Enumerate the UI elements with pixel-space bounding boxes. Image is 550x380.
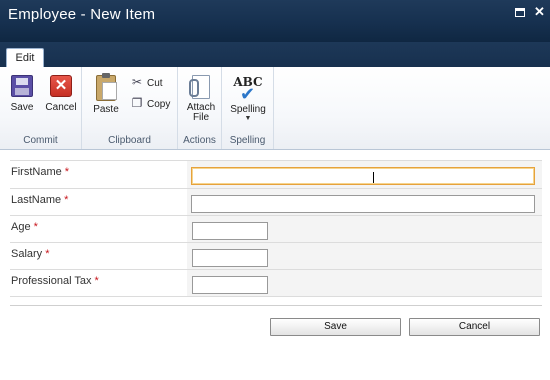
- cut-label: Cut: [147, 78, 163, 89]
- form-row-salary: Salary *: [10, 243, 542, 270]
- field-label-cell: LastName *: [10, 189, 187, 215]
- field-label-cell: Salary *: [10, 243, 187, 269]
- save-button[interactable]: Save: [270, 318, 401, 336]
- ribbon-cancel-button[interactable]: ✕ Cancel: [44, 75, 78, 113]
- lastname-label: LastName: [11, 194, 62, 206]
- cancel-label: Cancel: [45, 102, 77, 113]
- title-bar: Employee - New Item ✕: [0, 0, 550, 42]
- ribbon-group-commit: Save ✕ Cancel Commit: [0, 67, 82, 149]
- paste-icon: [96, 73, 117, 101]
- firstname-input[interactable]: [191, 167, 535, 185]
- copy-icon: ❐: [131, 96, 143, 110]
- cancel-icon: ✕: [50, 75, 72, 97]
- save-icon: [11, 75, 33, 97]
- form-row-age: Age *: [10, 216, 542, 243]
- maximize-icon[interactable]: [515, 8, 525, 17]
- cancel-button[interactable]: Cancel: [409, 318, 540, 336]
- age-input[interactable]: [192, 222, 268, 240]
- field-input-cell: [187, 216, 542, 242]
- new-item-form: FirstName * LastName * Age * Salary * Pro: [10, 160, 542, 297]
- checkmark-icon: ✔: [240, 84, 256, 105]
- field-input-cell: [187, 161, 542, 188]
- required-marker: *: [64, 166, 70, 178]
- field-input-cell: [187, 270, 542, 296]
- professional-tax-label: Professional Tax: [11, 275, 92, 287]
- form-divider: [10, 305, 542, 306]
- cut-icon: ✂: [131, 75, 143, 89]
- close-icon[interactable]: ✕: [534, 5, 546, 18]
- ribbon: Save ✕ Cancel Commit Clipboard Paste ✂ Cu…: [0, 67, 550, 150]
- ribbon-attach-file-button[interactable]: Attach File: [184, 75, 218, 123]
- field-input-cell: [187, 243, 542, 269]
- group-label-commit: Commit: [23, 135, 58, 146]
- ribbon-spelling-button[interactable]: ABC ✔ Spelling ▼: [226, 75, 270, 123]
- field-input-cell: [187, 189, 542, 215]
- dropdown-arrow-icon[interactable]: ▼: [226, 115, 270, 123]
- age-label: Age: [11, 221, 31, 233]
- tab-edit[interactable]: Edit: [6, 48, 44, 69]
- salary-label: Salary: [11, 248, 43, 260]
- form-row-lastname: LastName *: [10, 189, 542, 216]
- group-label-clipboard: Clipboard: [108, 135, 151, 146]
- required-marker: *: [64, 194, 69, 206]
- window-title: Employee - New Item: [8, 6, 156, 23]
- group-label-spelling: Spelling: [229, 135, 266, 146]
- attach-label-line2: File: [192, 112, 210, 123]
- ribbon-cut-button[interactable]: ✂ Cut: [130, 75, 163, 91]
- ribbon-tab-strip: Edit: [0, 42, 550, 69]
- field-label-cell: Professional Tax *: [10, 270, 187, 296]
- text-caret: [373, 172, 374, 183]
- save-label: Save: [10, 102, 34, 113]
- ribbon-paste-button[interactable]: Paste: [90, 73, 122, 115]
- copy-label: Copy: [147, 99, 171, 110]
- form-row-firstname: FirstName *: [10, 160, 542, 189]
- spelling-icon: ABC ✔: [226, 75, 270, 105]
- form-row-professional-tax: Professional Tax *: [10, 270, 542, 297]
- spelling-label: Spelling: [230, 104, 266, 115]
- required-marker: *: [94, 275, 99, 287]
- paste-label: Paste: [93, 104, 119, 115]
- attach-file-icon: [189, 75, 210, 99]
- field-label-cell: Age *: [10, 216, 187, 242]
- required-marker: *: [33, 221, 38, 233]
- lastname-input[interactable]: [191, 195, 535, 213]
- ribbon-save-button[interactable]: Save: [6, 75, 38, 113]
- professional-tax-input[interactable]: [192, 276, 268, 294]
- required-marker: *: [45, 248, 50, 260]
- ribbon-copy-button[interactable]: ❐ Copy: [130, 96, 171, 112]
- field-label-cell: FirstName *: [10, 161, 187, 188]
- salary-input[interactable]: [192, 249, 268, 267]
- group-label-actions: Actions: [183, 135, 216, 146]
- firstname-label: FirstName: [11, 166, 62, 178]
